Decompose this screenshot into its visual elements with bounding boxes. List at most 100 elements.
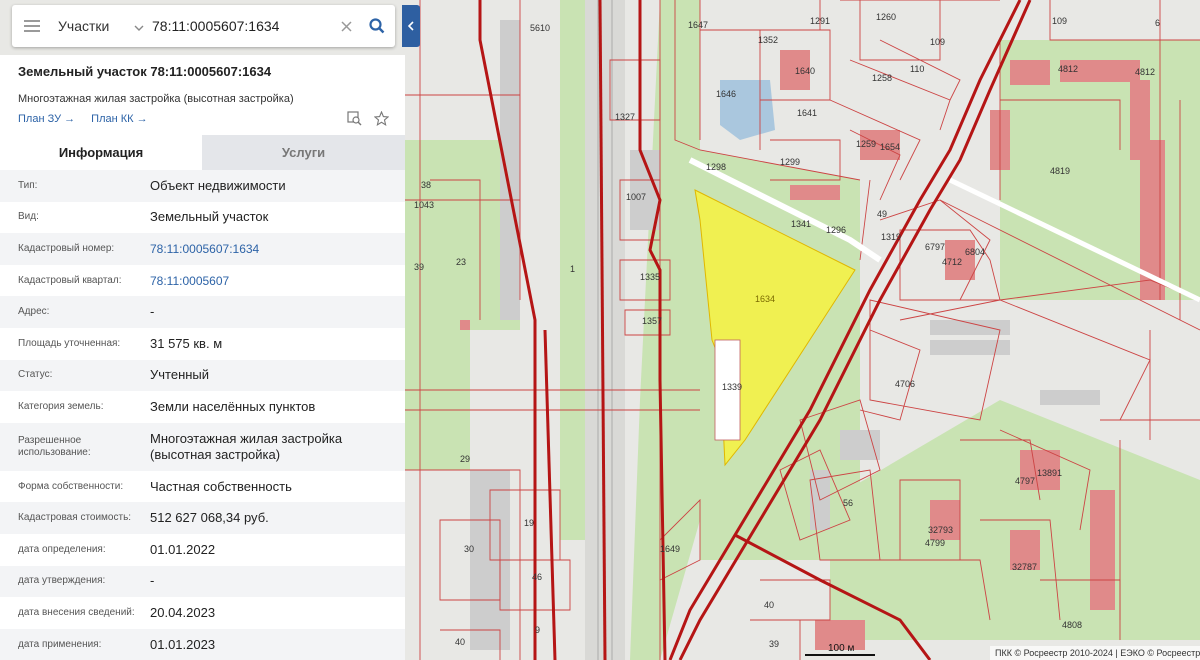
- table-row: Кадастровая стоимость: 512 627 068,34 руб…: [0, 502, 405, 534]
- row-value: 31 575 кв. м: [150, 335, 223, 351]
- map-label: 1649: [660, 544, 680, 554]
- search-icon[interactable]: [359, 5, 395, 47]
- map-label: 1299: [780, 157, 800, 167]
- menu-icon[interactable]: [12, 5, 52, 47]
- table-row: дата внесения сведений: 20.04.2023: [0, 597, 405, 629]
- row-key: дата внесения сведений:: [18, 606, 135, 618]
- row-key: дата утверждения:: [18, 575, 106, 587]
- map-label: 1646: [716, 89, 736, 99]
- copyright-text: ПКК © Росреестр 2010-2024 | ЕЭКО © Росре…: [995, 648, 1200, 658]
- row-value: Учтенный: [150, 367, 210, 383]
- map-label: 49: [877, 209, 887, 219]
- row-key: Кадастровый квартал:: [18, 274, 122, 286]
- scale-label: 100 м: [828, 643, 854, 654]
- search-type-select[interactable]: Участки: [52, 5, 152, 47]
- map-label: 23: [456, 257, 466, 267]
- map-label: 4812: [1058, 64, 1078, 74]
- map-label: 1260: [876, 12, 896, 22]
- map-label: 40: [764, 600, 774, 610]
- map-label: 1291: [810, 16, 830, 26]
- plan-zu-link[interactable]: План ЗУ →: [18, 113, 75, 125]
- arrow-right-icon: →: [64, 113, 76, 125]
- map-label: 4706: [895, 379, 915, 389]
- map-label: 32793: [928, 525, 953, 535]
- map-label: 5610: [530, 23, 550, 33]
- map-label: 19: [524, 518, 534, 528]
- info-panel: Земельный участок 78:11:0005607:1634 Мно…: [0, 55, 405, 660]
- row-key: Разрешенное использование:: [18, 434, 91, 458]
- row-value: 01.01.2022: [150, 541, 216, 557]
- table-row: Кадастровый квартал: 78:11:0005607: [0, 265, 405, 297]
- row-key: Площадь уточненная:: [18, 337, 121, 349]
- star-icon[interactable]: [373, 110, 390, 131]
- map-label: 56: [843, 498, 853, 508]
- map-label: 1335: [640, 272, 660, 282]
- row-key: Адрес:: [18, 306, 50, 318]
- map-label: 1352: [758, 35, 778, 45]
- map-label: 30: [464, 544, 474, 554]
- map-label: 1007: [626, 192, 646, 202]
- cadastral-number-link[interactable]: 78:11:0005607:1634: [150, 241, 259, 257]
- row-value: 20.04.2023: [150, 604, 216, 620]
- row-key: дата определения:: [18, 543, 106, 555]
- map-label: 40: [455, 637, 465, 647]
- map-label: 38: [421, 180, 431, 190]
- row-key: Форма собственности:: [18, 480, 124, 492]
- map-label: 110: [910, 64, 924, 74]
- row-value: Многоэтажная жилая застройка (высотная з…: [150, 430, 343, 462]
- map-label: 13891: [1037, 468, 1062, 478]
- map-label: 1634: [755, 294, 775, 304]
- map-label: 6797: [925, 242, 945, 252]
- table-row: Разрешенное использование: Многоэтажная ж…: [0, 422, 405, 471]
- search-input[interactable]: [152, 6, 333, 46]
- map-label: 1327: [615, 112, 635, 122]
- plan-zu-label: План ЗУ: [18, 113, 62, 125]
- row-key: Кадастровый номер:: [18, 242, 115, 254]
- map-label: 1319: [881, 232, 901, 242]
- map-label: 29: [460, 454, 470, 464]
- map-label: 1259: [856, 139, 876, 149]
- table-row: дата утверждения: -: [0, 565, 405, 598]
- find-on-map-icon[interactable]: [347, 111, 362, 131]
- property-table: Тип: Объект недвижимости Вид: Земельный уч…: [0, 170, 405, 660]
- table-row: Форма собственности: Частная собственност…: [0, 471, 405, 503]
- map-label: 1043: [414, 200, 434, 210]
- row-value: -: [150, 304, 155, 320]
- cadastral-quarter-link[interactable]: 78:11:0005607: [150, 273, 229, 289]
- row-value: 512 627 068,34 руб.: [150, 510, 269, 526]
- map-label: 109: [930, 37, 945, 47]
- map-label: 4812: [1135, 67, 1155, 77]
- plan-kk-link[interactable]: План КК →: [91, 113, 147, 125]
- map-label: 109: [1052, 16, 1067, 26]
- tab-information[interactable]: Информация: [0, 135, 202, 170]
- table-row: Категория земель: Земли населённых пункто…: [0, 391, 405, 423]
- map-label: 46: [532, 572, 542, 582]
- row-value: -: [150, 573, 155, 589]
- map-label: 4799: [925, 538, 945, 548]
- map-label: 1296: [826, 225, 846, 235]
- chevron-left-icon: [408, 21, 414, 31]
- map-label: 1641: [797, 108, 817, 118]
- table-row: Кадастровый номер: 78:11:0005607:1634: [0, 233, 405, 265]
- map-label: 1339: [722, 382, 742, 392]
- plan-kk-label: План КК: [91, 113, 134, 125]
- map-label: 32787: [1012, 562, 1037, 572]
- collapse-panel-button[interactable]: [402, 5, 420, 47]
- map-label: 6804: [965, 247, 985, 257]
- tab-services[interactable]: Услуги: [202, 135, 405, 170]
- table-row: Адрес: -: [0, 296, 405, 328]
- map-label: 1647: [688, 20, 708, 30]
- row-key: Категория земель:: [18, 400, 104, 412]
- clear-icon[interactable]: [333, 5, 359, 47]
- map-label: 1357: [642, 316, 662, 326]
- table-row: Вид: Земельный участок: [0, 202, 405, 234]
- map-label: 9: [535, 625, 540, 635]
- map-label: 39: [769, 639, 779, 649]
- row-key: Статус:: [18, 369, 53, 381]
- row-value: Земельный участок: [150, 209, 269, 225]
- row-value: 01.01.2023: [150, 636, 216, 652]
- map-label: 39: [414, 262, 424, 272]
- panel-title: Земельный участок 78:11:0005607:1634: [18, 64, 272, 79]
- row-key: Тип:: [18, 179, 38, 191]
- map-label: 1: [570, 264, 575, 274]
